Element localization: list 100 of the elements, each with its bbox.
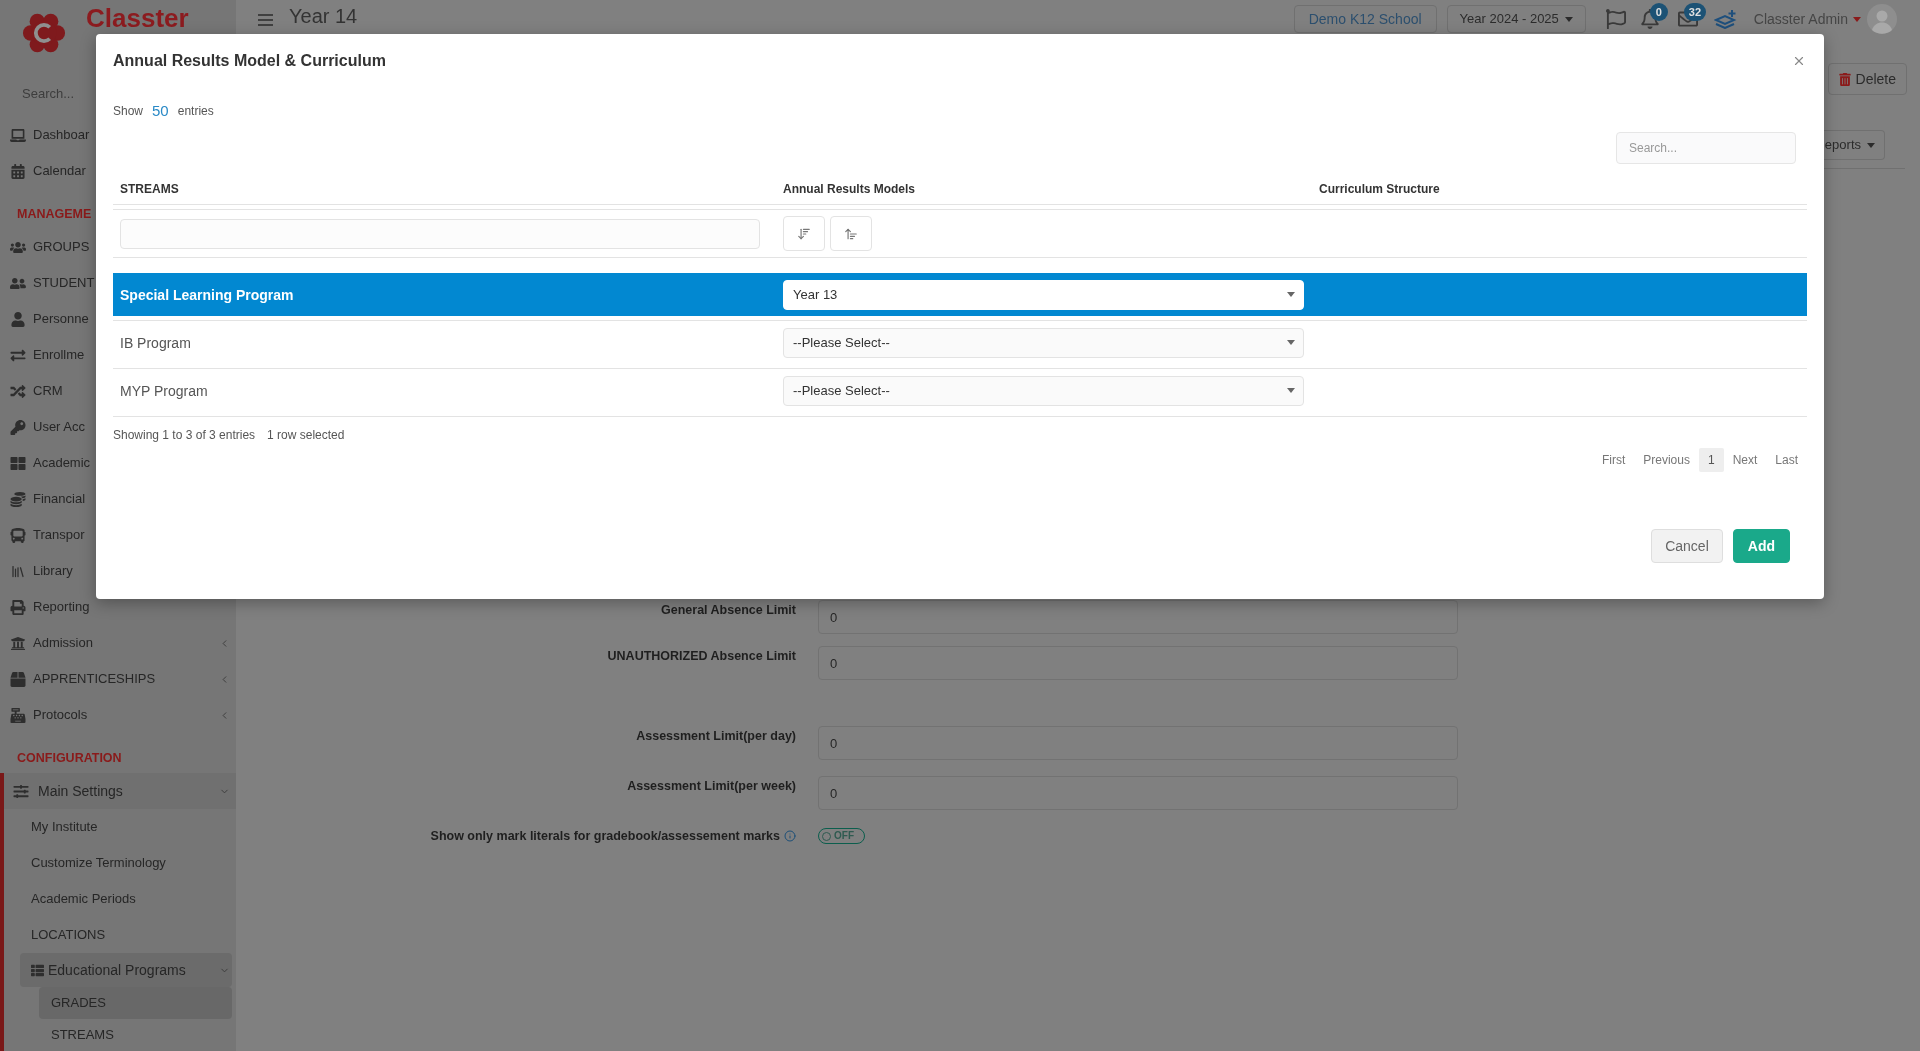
sidebar-item[interactable]: Academic [0,445,91,481]
sidebar-item[interactable]: CRM [0,373,63,409]
add-button[interactable]: Add [1732,529,1790,563]
sidebar-item[interactable]: STREAMS [39,1019,114,1051]
number-field[interactable]: 0 [818,600,1458,634]
grid-icon [10,455,26,471]
info-icon[interactable] [784,830,796,842]
sidebar-item[interactable]: APPRENTICESHIPS [0,661,236,697]
field-label: General Absence Limit [661,602,796,618]
flag-icon[interactable] [1605,9,1626,29]
sidebar-item[interactable]: Personne [0,301,89,337]
caret-down-icon [1867,142,1875,148]
caret-down-icon [1287,388,1295,393]
field-label: Assessment Limit(per day) [636,728,796,744]
pagination-button[interactable]: Previous [1634,448,1699,472]
bus-icon [10,527,26,543]
table-info: Showing 1 to 3 of 3 entries [113,427,256,444]
shuffle-icon [10,383,26,399]
sidebar-item[interactable]: Transpor [0,517,85,553]
selection-info: 1 row selected [267,427,345,444]
avatar-icon[interactable] [1867,4,1897,34]
pagination-button[interactable]: Next [1723,448,1767,472]
column-header: Annual Results Models [783,182,916,196]
section-heading: CONFIGURATION [17,750,122,766]
coins-icon [10,491,26,507]
people-group-icon [10,239,26,255]
close-icon [1792,54,1806,68]
column-header: Curriculum Structure [1319,182,1440,196]
logo-text: Classter [86,4,189,32]
sidebar-item[interactable]: User Acc [0,409,85,445]
sidebar-item[interactable]: My Institute [20,809,98,845]
length-label: Show [113,103,144,120]
user-menu[interactable]: Classter Admin [1753,8,1861,30]
sidebar-item[interactable]: Main Settings [4,773,236,809]
sidebar-item[interactable]: Academic Periods [20,881,136,917]
sidebar-item[interactable]: Educational Programs [20,953,232,987]
sidebar-item[interactable]: Financial [0,481,86,517]
sidebar-item[interactable]: Reporting [0,589,90,625]
list-icon [31,963,44,977]
caret-down-icon [1564,16,1573,22]
sort-up-icon [844,226,858,241]
sort-ascending-button[interactable] [830,216,872,251]
sliders-icon [13,783,29,799]
key-icon [10,419,26,435]
layers-plus-icon[interactable] [1713,9,1738,29]
dropdown-select[interactable]: --Please Select-- [783,375,1304,406]
sidebar-item[interactable]: Library [0,553,73,589]
dropdown-select[interactable]: Year 13 [783,279,1304,310]
sidebar-item[interactable]: STUDENT [0,265,95,301]
modal-title: Annual Results Model & Curriculum [113,51,386,71]
trash-icon [1838,72,1851,86]
person-icon [10,311,26,327]
table-cell: Special Learning Program [120,286,294,303]
sidebar-item[interactable]: Admission [0,625,236,661]
page-title: Year 14 [289,4,358,28]
books-icon [10,563,26,579]
calendar-icon [10,163,26,179]
search-field[interactable]: Search... [10,80,94,106]
two-people-icon [10,275,26,291]
close-button[interactable] [1792,54,1806,68]
field-label: UNAUTHORIZED Absence Limit [607,648,796,664]
caret-down-icon [1287,340,1295,345]
sidebar-item[interactable]: LOCATIONS [20,917,106,953]
school-button[interactable]: Demo K12 School [1293,5,1437,33]
sort-down-icon [797,226,811,241]
caret-down-icon [1287,292,1295,297]
number-field[interactable]: 0 [818,726,1458,760]
sidebar-item[interactable]: Protocols [0,697,236,733]
box-icon [10,671,26,687]
sidebar-item[interactable]: Enrollme [0,337,85,373]
year-dropdown[interactable]: Year 2024 - 2025 [1446,5,1586,33]
pagination-button[interactable]: 1 [1698,448,1724,472]
column-header: STREAMS [120,182,179,196]
search-field[interactable]: Search... [1616,132,1796,164]
dropdown-select[interactable]: --Please Select-- [783,327,1304,358]
cancel-button[interactable]: Cancel [1651,529,1723,563]
menu-icon[interactable] [258,14,273,26]
swap-arrows-icon [10,347,26,363]
sidebar-item[interactable]: GRADES [39,987,232,1019]
page-length-select[interactable]: 50 [152,99,169,123]
sort-descending-button[interactable] [783,216,825,251]
columns-building-icon [10,635,26,651]
table-cell: IB Program [120,334,191,351]
filter-field[interactable] [120,218,760,249]
sidebar-item[interactable]: Dashboar [0,117,90,153]
sidebar-item[interactable]: Customize Terminology [20,845,166,881]
caret-down-icon [1853,16,1861,22]
pagination-button[interactable]: First [1592,448,1635,472]
sidebar-item[interactable]: Calendar [0,153,86,189]
notification-badge: 0 [1649,3,1668,21]
message-badge: 32 [1683,3,1707,21]
delete-button[interactable]: Delete [1827,63,1907,95]
table-cell: MYP Program [120,382,208,399]
printer-icon [10,599,26,615]
table-row[interactable]: Special Learning Program Year 13 [113,273,1807,316]
sidebar-item[interactable]: GROUPS [0,229,90,265]
cash-register-icon [10,707,26,723]
number-field[interactable]: 0 [818,646,1458,680]
number-field[interactable]: 0 [818,776,1458,810]
pagination-button[interactable]: Last [1766,448,1807,472]
